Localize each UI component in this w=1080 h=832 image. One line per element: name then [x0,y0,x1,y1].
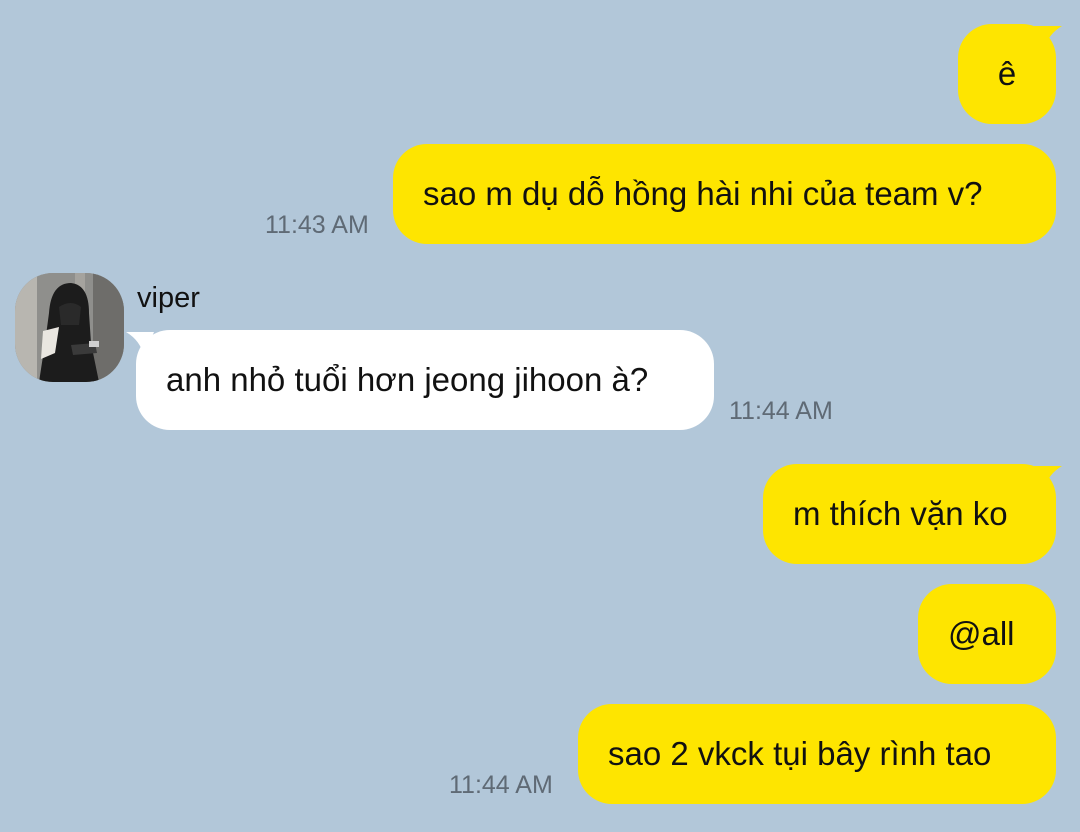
message-timestamp: 11:44 AM [449,771,553,799]
message-timestamp: 11:44 AM [729,397,833,425]
my-message-bubble[interactable]: sao m dụ dỗ hồng hài nhi của team v? [393,144,1056,244]
sender-name: viper [137,282,200,314]
my-message-bubble[interactable]: sao 2 vkck tụi bây rình tao [578,704,1056,804]
other-message-bubble[interactable]: anh nhỏ tuổi hơn jeong jihoon à? [136,330,714,430]
my-message-bubble[interactable]: @all [918,584,1056,684]
message-timestamp: 11:43 AM [265,211,369,239]
avatar-photo-icon [15,273,124,382]
avatar[interactable] [15,273,124,382]
my-message-bubble[interactable]: m thích vặn ko [763,464,1056,564]
my-message-bubble[interactable]: ê [958,24,1056,124]
